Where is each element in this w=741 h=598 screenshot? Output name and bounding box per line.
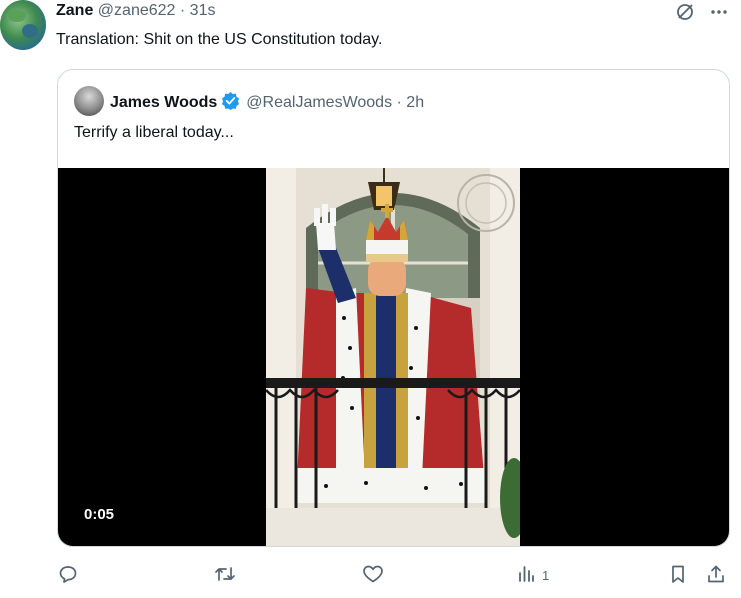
tweet-time[interactable]: 31s xyxy=(190,2,216,19)
video-player[interactable]: 0:05 xyxy=(58,168,729,546)
quoted-tweet-time[interactable]: 2h xyxy=(406,94,424,112)
reply-icon xyxy=(58,564,78,587)
separator-dot: · xyxy=(179,2,186,19)
bookmark-button[interactable] xyxy=(668,564,688,587)
share-icon xyxy=(706,564,726,587)
repost-button[interactable] xyxy=(214,564,236,587)
tweet-header: Zane @zane622 · 31s xyxy=(56,2,215,20)
author-handle[interactable]: @zane622 xyxy=(98,2,176,19)
tweet-action-bar: 1 xyxy=(0,560,741,592)
video-timestamp: 0:05 xyxy=(84,506,115,523)
share-button[interactable] xyxy=(706,564,726,587)
quoted-tweet-text: Terrify a liberal today... xyxy=(74,124,234,141)
quoted-tweet-header: James Woods @RealJamesWoods · 2h xyxy=(110,91,424,115)
views-count: 1 xyxy=(542,568,550,583)
quoted-author-avatar[interactable] xyxy=(74,86,104,116)
avatar-detail xyxy=(8,10,26,22)
video-poster-image xyxy=(266,168,520,546)
views-button[interactable]: 1 xyxy=(516,564,549,587)
bookmark-icon xyxy=(668,564,688,587)
views-icon xyxy=(516,564,536,587)
like-icon xyxy=(362,564,384,587)
avatar-detail xyxy=(22,24,38,38)
tweet-top-actions xyxy=(675,2,729,27)
verified-badge-icon xyxy=(221,91,240,115)
repost-icon xyxy=(214,564,236,587)
more-icon[interactable] xyxy=(709,2,729,27)
grok-icon[interactable] xyxy=(675,2,695,27)
author-name[interactable]: Zane xyxy=(56,2,93,19)
quoted-author-name[interactable]: James Woods xyxy=(110,94,217,112)
author-avatar[interactable] xyxy=(0,0,46,50)
quoted-tweet[interactable]: James Woods @RealJamesWoods · 2h Terrify… xyxy=(57,69,730,547)
king-at-balcony-illustration xyxy=(266,168,520,546)
quoted-author-handle[interactable]: @RealJamesWoods xyxy=(246,94,392,112)
separator-dot: · xyxy=(392,94,407,111)
like-button[interactable] xyxy=(362,564,384,587)
tweet-text: Translation: Shit on the US Constitution… xyxy=(56,31,383,48)
reply-button[interactable] xyxy=(58,564,78,587)
